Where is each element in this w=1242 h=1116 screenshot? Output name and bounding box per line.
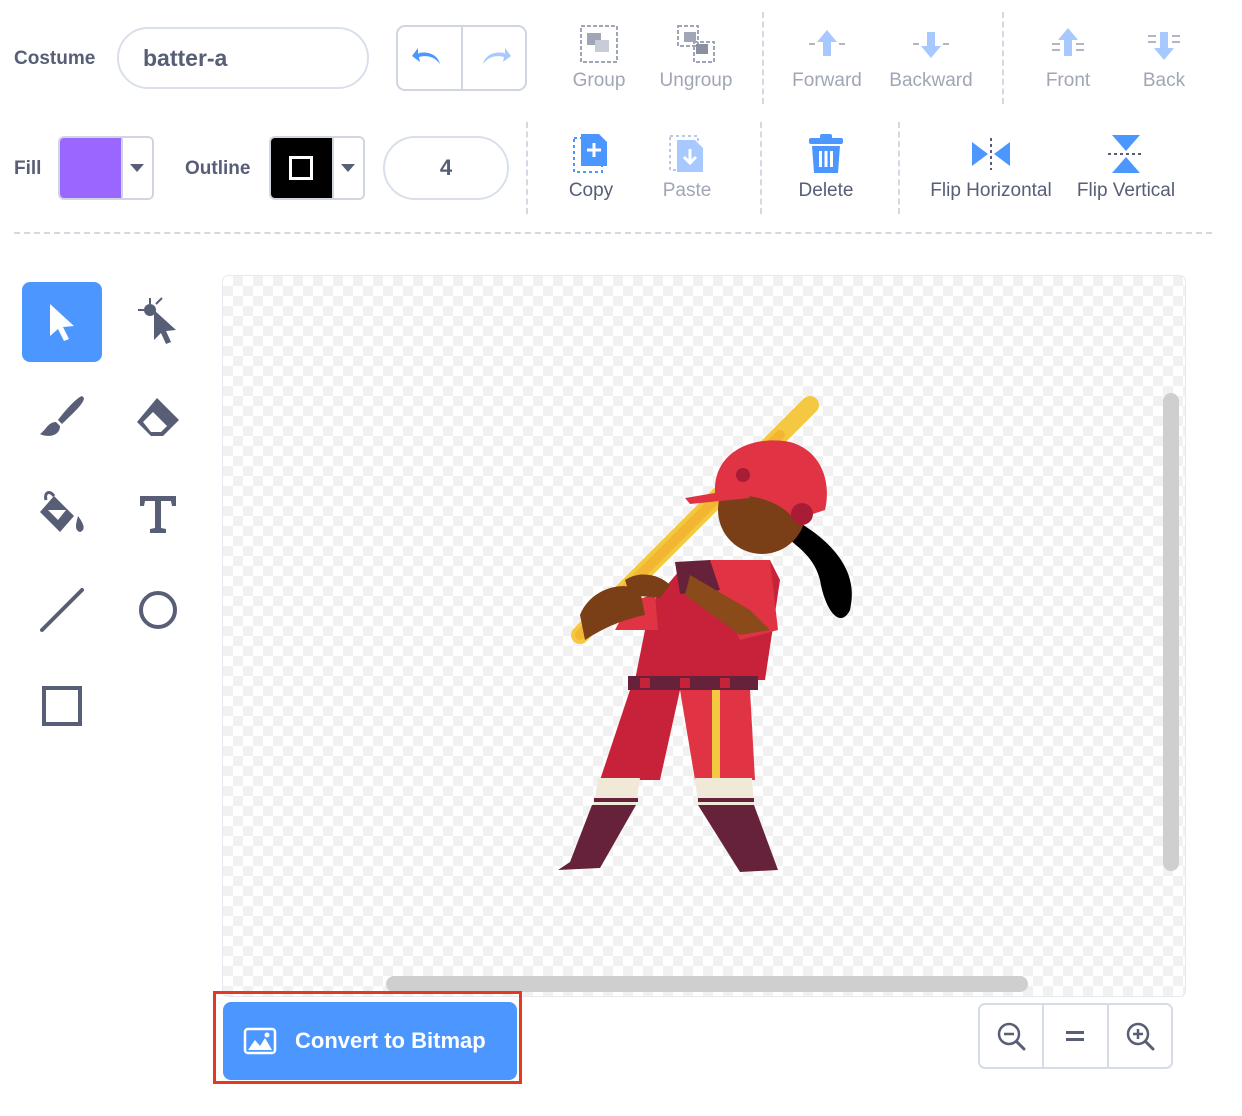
costume-name-input[interactable] [117,27,369,89]
backward-button[interactable]: Backward [884,18,978,92]
toolbar-divider [898,122,900,214]
redo-button[interactable] [463,27,526,89]
trash-icon [809,134,843,173]
fill-swatch [60,138,121,198]
line-tool[interactable] [22,570,102,650]
flip-vertical-button[interactable]: Flip Vertical [1073,128,1179,202]
back-label: Back [1142,70,1186,91]
copy-icon [573,134,607,173]
eraser-tool[interactable] [118,378,198,458]
zoom-reset-button[interactable] [1042,1005,1106,1067]
convert-label: Convert to Bitmap [295,1028,486,1053]
rectangle-icon [42,686,82,726]
bitmap-image-icon [243,1027,277,1055]
horizontal-scrollbar[interactable] [386,976,1028,992]
zoom-reset-icon [1066,1031,1085,1041]
group-button[interactable]: Group [566,18,632,92]
flip-horizontal-label: Flip Horizontal [930,180,1052,201]
copy-button[interactable]: Copy [562,128,620,202]
delete-button[interactable]: Delete [792,128,860,202]
eraser-icon [137,398,179,436]
forward-button[interactable]: Forward [788,18,866,92]
zoom-out-button[interactable] [980,1005,1042,1067]
paste-icon [669,135,703,172]
flip-horizontal-icon [972,138,1010,170]
zoom-out-icon [997,1022,1026,1051]
reshape-tool[interactable] [118,282,198,362]
front-icon [1052,28,1084,56]
paste-label: Paste [662,180,712,201]
paint-bucket-icon [40,491,84,532]
front-label: Front [1045,70,1091,91]
toolbar-divider [760,122,762,214]
back-icon [1148,32,1180,60]
chevron-down-icon [341,164,356,172]
fill-tool[interactable] [22,474,102,554]
outline-color-picker[interactable] [269,136,365,200]
group-label: Group [572,70,626,91]
select-tool[interactable] [22,282,102,362]
outline-width-input[interactable]: 4 [383,136,509,200]
ungroup-button[interactable]: Ungroup [655,18,737,92]
reshape-cursor-icon [138,297,176,344]
undo-icon [412,48,441,64]
chevron-down-icon [130,164,145,172]
fill-label: Fill [14,158,42,179]
delete-label: Delete [798,180,854,201]
line-icon [40,588,84,632]
flip-vertical-label: Flip Vertical [1076,180,1176,201]
forward-icon [809,30,845,56]
costume-label: Costume [14,48,96,69]
outline-label: Outline [185,158,251,179]
copy-label: Copy [568,180,614,201]
fill-color-picker[interactable] [58,136,154,200]
zoom-controls [978,1003,1173,1069]
brush-tool[interactable] [22,378,102,458]
text-icon [140,496,176,533]
redo-icon [482,48,511,64]
flip-horizontal-button[interactable]: Flip Horizontal [924,128,1058,202]
front-button[interactable]: Front [1038,18,1098,92]
batter-sprite[interactable] [540,380,870,880]
outline-swatch [271,138,332,198]
circle-icon [139,591,177,629]
vertical-scrollbar[interactable] [1163,393,1179,871]
backward-label: Backward [889,70,973,91]
flip-vertical-icon [1108,135,1144,173]
group-icon [580,25,618,63]
ungroup-label: Ungroup [659,70,733,91]
text-tool[interactable] [118,474,198,554]
zoom-in-button[interactable] [1106,1005,1171,1067]
brush-icon [40,396,84,436]
forward-label: Forward [792,70,862,91]
back-button[interactable]: Back [1136,18,1192,92]
circle-tool[interactable] [118,570,198,650]
toolbar-divider [762,12,764,104]
toolbar-divider [526,122,528,214]
undo-button[interactable] [398,27,463,89]
toolbar-divider [1002,12,1004,104]
paste-button[interactable]: Paste [658,128,716,202]
ungroup-icon [677,25,715,63]
rectangle-tool[interactable] [22,666,102,746]
convert-to-bitmap-button[interactable]: Convert to Bitmap [223,1002,517,1080]
zoom-in-icon [1126,1022,1155,1051]
arrow-cursor-icon [50,304,74,341]
undo-redo-group [396,25,527,91]
backward-icon [913,32,949,58]
toolbar-bottom-divider [14,232,1212,234]
